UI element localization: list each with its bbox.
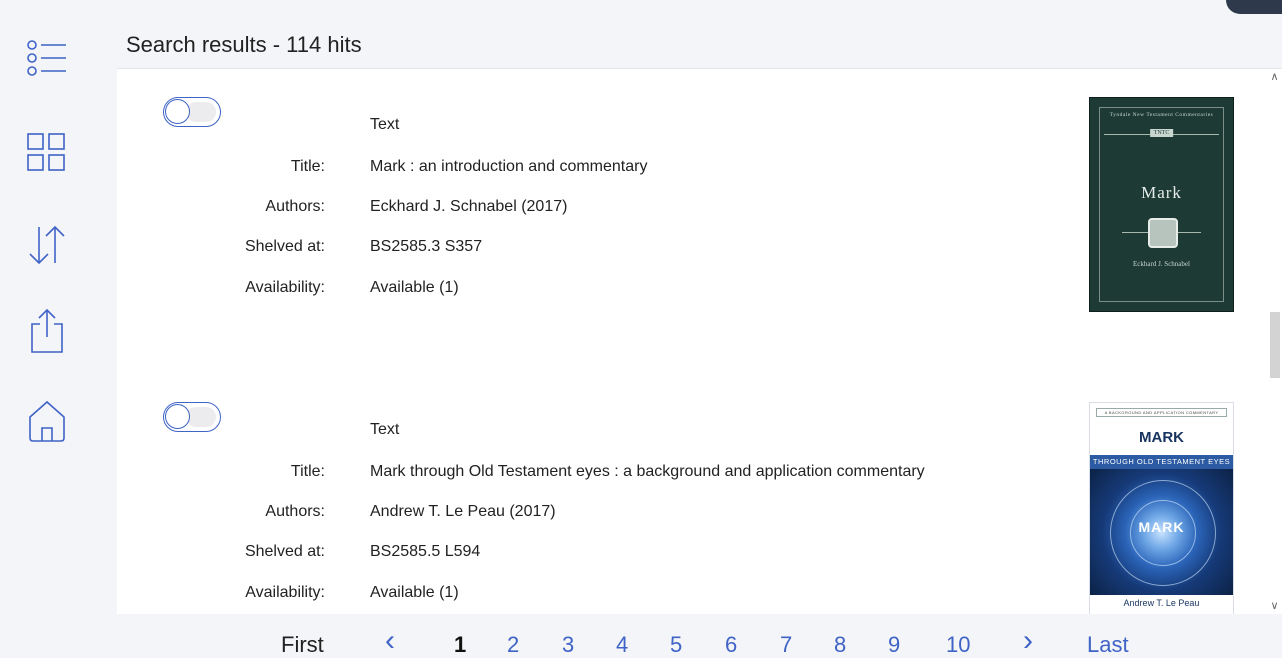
authors-value: Andrew T. Le Peau (2017): [370, 503, 556, 520]
first-page-link[interactable]: First: [281, 632, 324, 658]
material-type: Text: [370, 116, 400, 133]
cover-author: Eckhard J. Schnabel: [1133, 260, 1190, 268]
toggle-track: [186, 407, 216, 427]
shelved-label: Shelved at:: [244, 543, 325, 560]
page-link-6[interactable]: 6: [725, 632, 737, 658]
home-icon: [29, 400, 65, 442]
sort-button[interactable]: [22, 220, 72, 270]
cover-title: MARK: [1139, 429, 1184, 446]
authors-value: Eckhard J. Schnabel (2017): [370, 198, 568, 215]
title-label: Title:: [290, 463, 325, 480]
toggle-track: [186, 102, 216, 122]
material-type: Text: [370, 421, 400, 438]
select-toggle[interactable]: [163, 97, 221, 127]
scroll-down-arrow-icon[interactable]: ∨: [1267, 598, 1282, 614]
availability-value: Available (1): [370, 584, 459, 601]
title-value[interactable]: Mark : an introduction and commentary: [370, 158, 647, 176]
page-link-1[interactable]: 1: [454, 632, 466, 658]
corner-tab: [1226, 0, 1282, 14]
availability-value: Available (1): [370, 279, 459, 296]
cover-emblem: [1148, 218, 1178, 248]
authors-label: Authors:: [265, 503, 325, 520]
share-button[interactable]: [22, 306, 72, 356]
page-link-9[interactable]: 9: [888, 632, 900, 658]
scroll-thumb[interactable]: [1270, 312, 1280, 378]
cover-badge: TNTC: [1149, 129, 1174, 137]
title-value[interactable]: Mark through Old Testament eyes : a back…: [370, 463, 925, 481]
result-item: Text Title: Mark : an introduction and c…: [117, 69, 1267, 329]
cover-title: Mark: [1141, 183, 1182, 202]
availability-label: Availability:: [245, 279, 325, 296]
grid-view-button[interactable]: [22, 128, 72, 178]
page-link-8[interactable]: 8: [834, 632, 846, 658]
page-link-4[interactable]: 4: [616, 632, 628, 658]
select-toggle[interactable]: [163, 402, 221, 432]
side-rail: [0, 0, 100, 657]
scroll-up-arrow-icon[interactable]: ∧: [1267, 69, 1282, 85]
shelved-value: BS2585.3 S357: [370, 238, 483, 255]
cover-series: A BACKGROUND AND APPLICATION COMMENTARY: [1096, 408, 1227, 417]
results-panel[interactable]: Text Title: Mark : an introduction and c…: [117, 68, 1282, 614]
result-item: Text Title: Mark through Old Testament e…: [117, 374, 1267, 614]
page-link-10[interactable]: 10: [946, 632, 970, 658]
list-icon: [27, 40, 66, 76]
page-title: Search results - 114 hits: [126, 32, 362, 57]
share-icon: [31, 308, 63, 353]
cover-art-title: MARK: [1138, 519, 1185, 535]
list-view-button[interactable]: [22, 33, 72, 83]
page-link-7[interactable]: 7: [780, 632, 792, 658]
authors-label: Authors:: [265, 198, 325, 215]
cover-author: Andrew T. Le Peau: [1123, 598, 1200, 608]
availability-label: Availability:: [245, 584, 325, 601]
home-button[interactable]: [22, 395, 72, 445]
chevron-right-icon[interactable]: ›: [1023, 624, 1033, 658]
toggle-knob: [165, 99, 190, 124]
grid-icon: [27, 133, 65, 171]
shelved-value: BS2585.5 L594: [370, 543, 481, 560]
shelved-label: Shelved at:: [244, 238, 325, 255]
chevron-left-icon[interactable]: ‹: [385, 624, 395, 658]
sort-icon: [29, 225, 65, 265]
title-label: Title:: [290, 158, 325, 175]
cover-series: Tyndale New Testament Commentaries: [1109, 112, 1214, 118]
toggle-knob: [165, 404, 190, 429]
page-link-5[interactable]: 5: [670, 632, 682, 658]
pagination: First ‹ 1 2 3 4 5 6 7 8 9 10 › Last: [0, 624, 1282, 657]
page-link-2[interactable]: 2: [507, 632, 519, 658]
book-cover[interactable]: Tyndale New Testament Commentaries TNTC …: [1089, 97, 1234, 312]
results-scrollbar[interactable]: ∧ ∨: [1267, 69, 1282, 614]
last-page-link[interactable]: Last: [1087, 632, 1129, 658]
cover-artwork: MARK: [1090, 469, 1233, 595]
book-cover[interactable]: A BACKGROUND AND APPLICATION COMMENTARY …: [1089, 402, 1234, 614]
page-link-3[interactable]: 3: [562, 632, 574, 658]
cover-subtitle: THROUGH OLD TESTAMENT EYES: [1090, 455, 1233, 469]
